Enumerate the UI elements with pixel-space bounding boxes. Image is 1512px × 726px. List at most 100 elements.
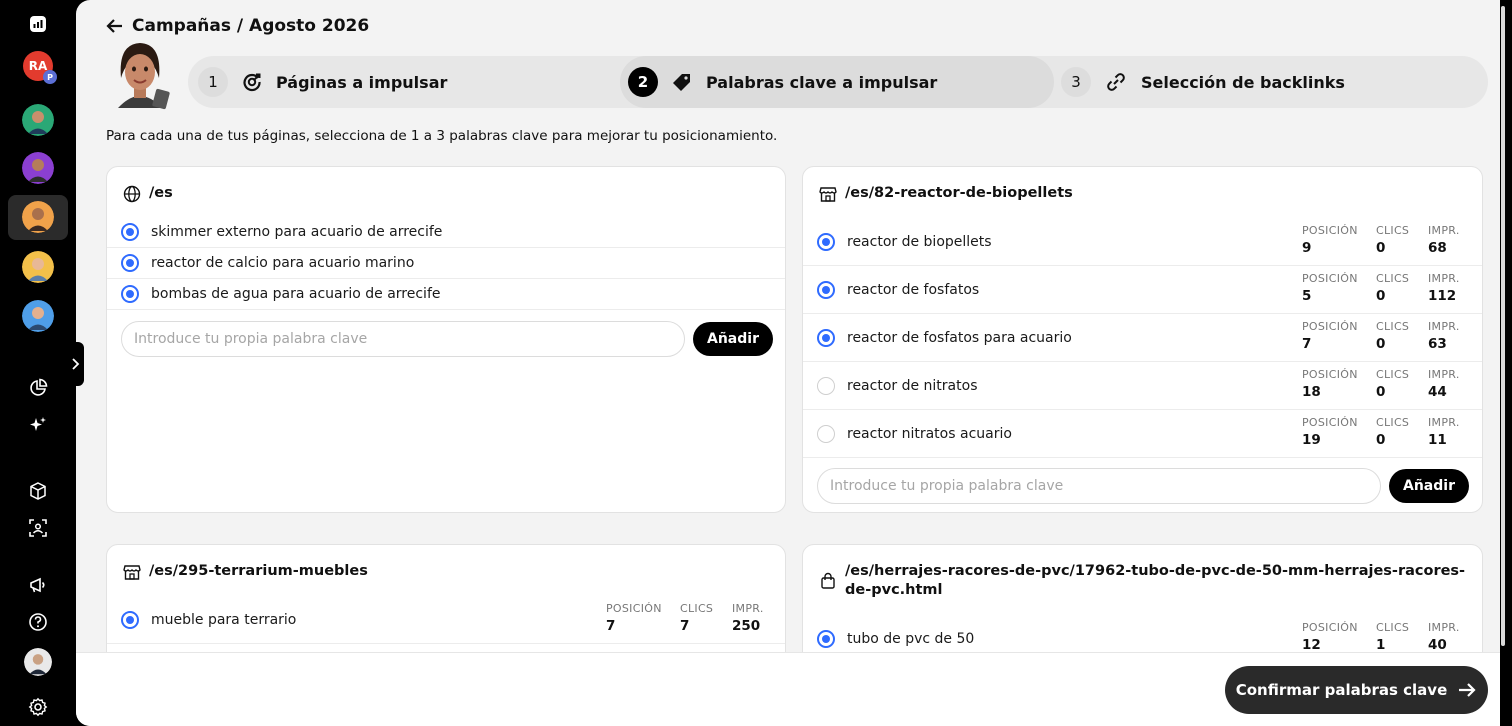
user-avatar-3[interactable] xyxy=(22,201,54,233)
signal-icon[interactable] xyxy=(29,15,47,33)
position-metric: POSICIÓN 18 xyxy=(1302,368,1358,400)
stepper: 1 Páginas a impulsar 2 Palabras clave a … xyxy=(188,56,1488,108)
chevron-right-icon xyxy=(72,358,80,370)
link-icon xyxy=(1107,73,1125,91)
instructions-text: Para cada una de tus páginas, selecciona… xyxy=(106,128,778,144)
user-avatar-5[interactable] xyxy=(22,300,54,332)
keyword-text: reactor de fosfatos para acuario xyxy=(847,329,1072,346)
scan-icon[interactable] xyxy=(28,518,48,538)
impressions-metric: IMPR. 40 xyxy=(1428,621,1460,653)
tag-icon xyxy=(673,74,690,91)
scrollbar[interactable] xyxy=(1500,0,1506,726)
keyword-row[interactable]: reactor nitratos acuario POSICIÓN 19 CLIC… xyxy=(803,410,1482,458)
clicks-metric: CLICS 0 xyxy=(1376,320,1410,352)
analytics-pie-icon[interactable] xyxy=(28,378,48,398)
package-icon[interactable] xyxy=(28,481,48,501)
position-metric: POSICIÓN 7 xyxy=(1302,320,1358,352)
keyword-radio[interactable] xyxy=(817,629,835,648)
keyword-text: skimmer externo para acuario de arrecife xyxy=(151,224,443,240)
step-label: Palabras clave a impulsar xyxy=(706,72,938,92)
footer-bar: Confirmar palabras clave xyxy=(76,652,1500,726)
step-3[interactable]: 3 Selección de backlinks xyxy=(1061,56,1345,108)
clicks-metric: CLICS 0 xyxy=(1376,272,1410,304)
user-avatar-1[interactable] xyxy=(22,104,54,136)
keyword-radio[interactable] xyxy=(817,232,835,251)
page-path: /es/82-reactor-de-biopellets xyxy=(845,185,1073,201)
breadcrumb[interactable]: Campañas / Agosto 2026 xyxy=(106,16,369,36)
custom-keyword-input[interactable] xyxy=(121,321,685,357)
breadcrumb-text: Campañas / Agosto 2026 xyxy=(132,16,370,36)
confirm-label: Confirmar palabras clave xyxy=(1235,681,1448,699)
keyword-text: tubo de pvc de 50 xyxy=(847,630,975,647)
shopping-bag-icon xyxy=(821,572,835,589)
add-keyword-button[interactable]: Añadir xyxy=(1389,469,1469,503)
settings-gear-icon[interactable] xyxy=(28,697,48,717)
main-panel: Campañas / Agosto 2026 1 Páginas a impul… xyxy=(76,0,1506,726)
impressions-metric: IMPR. 68 xyxy=(1428,224,1460,256)
step-2[interactable]: 2 Palabras clave a impulsar xyxy=(628,56,937,108)
confirm-keywords-button[interactable]: Confirmar palabras clave xyxy=(1225,666,1488,714)
keyword-row[interactable]: reactor de fosfatos POSICIÓN 5 CLICS 0 IMP… xyxy=(803,266,1482,314)
keyword-text: mueble para terrario xyxy=(151,611,297,628)
scrollbar-thumb[interactable] xyxy=(1501,6,1505,646)
add-keyword-button[interactable]: Añadir xyxy=(693,322,773,356)
keyword-text: reactor nitratos acuario xyxy=(847,425,1012,442)
keyword-text: reactor de calcio para acuario marino xyxy=(151,255,415,271)
position-metric: POSICIÓN 9 xyxy=(1302,224,1358,256)
clicks-metric: CLICS 0 xyxy=(1376,224,1410,256)
clicks-metric: CLICS 7 xyxy=(680,602,714,634)
page-path: /es/herrajes-racores-de-pvc/17962-tubo-d… xyxy=(845,563,1466,598)
keyword-row[interactable]: reactor de nitratos POSICIÓN 18 CLICS 0 IM… xyxy=(803,362,1482,410)
sidebar-expand-button[interactable] xyxy=(66,342,84,386)
page-card-home: /es skimmer externo para acuario de arre… xyxy=(106,166,786,513)
impressions-metric: IMPR. 63 xyxy=(1428,320,1460,352)
position-metric: POSICIÓN 19 xyxy=(1302,416,1358,448)
keyword-radio[interactable] xyxy=(817,376,835,395)
help-icon[interactable] xyxy=(28,612,48,632)
step-1[interactable]: 1 Páginas a impulsar xyxy=(198,56,447,108)
step-number: 3 xyxy=(1061,67,1091,97)
megaphone-icon[interactable] xyxy=(28,575,48,595)
keyword-radio[interactable] xyxy=(121,254,139,272)
keyword-row[interactable]: reactor de biopellets POSICIÓN 9 CLICS 0 I… xyxy=(803,218,1482,266)
profile-avatar[interactable] xyxy=(24,648,52,676)
keyword-row[interactable]: bombas de agua para acuario de arrecife xyxy=(107,279,785,310)
workspace-badge: P xyxy=(43,70,57,84)
workspace-avatar[interactable]: RA P xyxy=(23,51,57,84)
target-refresh-icon xyxy=(243,73,261,92)
step-number: 2 xyxy=(628,67,658,97)
keyword-radio[interactable] xyxy=(817,424,835,443)
keyword-radio[interactable] xyxy=(817,328,835,347)
step-label: Páginas a impulsar xyxy=(276,72,448,92)
keyword-radio[interactable] xyxy=(121,223,139,241)
keyword-row[interactable]: mueble para terrario POSICIÓN 7 CLICS 7 IM… xyxy=(107,596,785,644)
impressions-metric: IMPR. 250 xyxy=(732,602,764,634)
keyword-text: reactor de fosfatos xyxy=(847,281,980,298)
position-metric: POSICIÓN 7 xyxy=(606,602,662,634)
step-number: 1 xyxy=(198,67,228,97)
page-card-title: /es/herrajes-racores-de-pvc/17962-tubo-d… xyxy=(819,562,1466,600)
clicks-metric: CLICS 1 xyxy=(1376,621,1410,653)
keyword-radio[interactable] xyxy=(817,280,835,299)
keyword-row[interactable]: skimmer externo para acuario de arrecife xyxy=(107,217,785,248)
clicks-metric: CLICS 0 xyxy=(1376,416,1410,448)
page-path: /es xyxy=(149,185,173,201)
arrow-left-icon[interactable] xyxy=(106,18,124,34)
clicks-metric: CLICS 0 xyxy=(1376,368,1410,400)
user-avatar-4[interactable] xyxy=(22,251,54,283)
keyword-radio[interactable] xyxy=(121,285,139,303)
keyword-row[interactable]: reactor de fosfatos para acuario POSICIÓ… xyxy=(803,314,1482,362)
keyword-row[interactable]: reactor de calcio para acuario marino xyxy=(107,248,785,279)
assistant-avatar xyxy=(118,43,170,110)
impressions-metric: IMPR. 112 xyxy=(1428,272,1460,304)
user-avatar-2[interactable] xyxy=(22,152,54,184)
store-icon xyxy=(123,565,141,580)
store-icon xyxy=(819,187,837,202)
keyword-text: reactor de nitratos xyxy=(847,377,978,394)
keyword-radio[interactable] xyxy=(121,610,139,629)
sparkles-icon[interactable] xyxy=(28,415,48,435)
sidebar: RA P xyxy=(0,0,84,726)
keyword-text: reactor de biopellets xyxy=(847,233,992,250)
custom-keyword-input[interactable] xyxy=(817,468,1381,504)
arrow-right-icon xyxy=(1459,683,1476,697)
